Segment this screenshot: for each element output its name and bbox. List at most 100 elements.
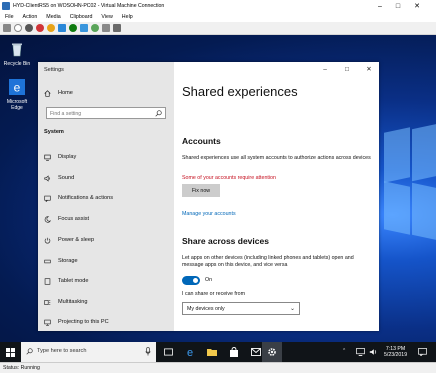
fix-now-button[interactable]: Fix now — [182, 184, 220, 197]
share-with-dropdown[interactable]: My devices only ⌄ — [182, 302, 300, 315]
nav-power-sleep[interactable]: Power & sleep — [38, 233, 174, 247]
moon-icon — [44, 215, 51, 223]
search-icon — [155, 110, 162, 117]
menu-media[interactable]: Media — [46, 14, 60, 20]
nav-focus-assist[interactable]: Focus assist — [38, 212, 174, 226]
taskbar-explorer-button[interactable] — [202, 342, 222, 362]
volume-icon[interactable] — [369, 348, 377, 356]
nav-display[interactable]: Display — [38, 150, 174, 164]
projecting-icon — [44, 319, 51, 326]
svg-text:e: e — [187, 347, 193, 357]
network-icon[interactable] — [356, 348, 365, 356]
gear-icon — [268, 348, 276, 356]
nav-notifications[interactable]: Notifications & actions — [38, 191, 174, 205]
menu-clipboard[interactable]: Clipboard — [70, 14, 93, 20]
chevron-down-icon: ⌄ — [289, 306, 295, 312]
nav-label: Sound — [58, 175, 75, 181]
settings-search-input[interactable]: Find a setting — [46, 107, 166, 119]
home-icon — [44, 89, 51, 97]
toggle-state-label: On — [205, 277, 213, 283]
manage-accounts-link[interactable]: Manage your accounts — [182, 211, 236, 217]
taskbar-settings-button[interactable] — [262, 342, 282, 362]
menu-view[interactable]: View — [101, 14, 112, 20]
windows-start-icon — [5, 347, 15, 357]
search-icon — [26, 348, 33, 355]
vm-toolbar — [0, 22, 436, 35]
settings-nav-pane: Settings Home Find a setting System Disp… — [38, 62, 174, 331]
taskbar-search-placeholder: Type here to search — [37, 348, 87, 354]
action-center-icon[interactable] — [418, 348, 427, 356]
share-description: Let apps on other devices (including lin… — [182, 255, 354, 268]
reset-icon[interactable] — [69, 24, 77, 32]
nav-home[interactable]: Home — [38, 86, 174, 100]
menu-file[interactable]: File — [5, 14, 14, 20]
settings-close-button[interactable]: ✕ — [362, 64, 376, 74]
turn-off-icon[interactable] — [25, 24, 33, 32]
nav-label: Notifications & actions — [58, 195, 114, 201]
nav-tablet-mode[interactable]: Tablet mode — [38, 274, 174, 288]
tablet-icon — [44, 277, 51, 285]
checkpoint-icon[interactable] — [80, 24, 88, 32]
multitasking-icon — [44, 299, 51, 306]
edge-icon: e — [187, 347, 193, 357]
close-button[interactable]: ✕ — [409, 0, 425, 12]
nav-multitasking[interactable]: Multitasking — [38, 295, 174, 309]
settings-maximize-button[interactable]: □ — [340, 64, 354, 74]
taskbar-search-box[interactable]: Type here to search — [21, 342, 156, 362]
nav-projecting[interactable]: Projecting to this PC — [38, 315, 174, 329]
minimize-button[interactable]: – — [372, 0, 388, 12]
nav-label: Power & sleep — [58, 237, 95, 243]
mail-icon — [251, 348, 261, 356]
vm-status-bar: Status: Running — [0, 362, 436, 373]
share-heading: Share across devices — [182, 236, 269, 246]
desktop-icon-label: Microsoft Edge — [6, 99, 28, 111]
taskbar-edge-button[interactable]: e — [180, 342, 200, 362]
taskbar-store-button[interactable] — [224, 342, 244, 362]
ctrl-alt-del-icon[interactable] — [3, 24, 11, 32]
folder-icon — [207, 349, 217, 356]
accounts-description: Shared experiences use all system accoun… — [182, 155, 371, 161]
windows-logo-wallpaper — [376, 122, 436, 242]
svg-text:e: e — [14, 81, 21, 95]
nav-sound[interactable]: Sound — [38, 171, 174, 185]
shutdown-icon[interactable] — [36, 24, 44, 32]
start-button[interactable] — [0, 342, 20, 362]
clock-date: 5/23/2019 — [384, 352, 408, 358]
start-icon[interactable] — [14, 24, 22, 32]
settings-content-pane: – □ ✕ Shared experiences Accounts Shared… — [174, 62, 379, 331]
vm-window-title: HYD-ClientRS5 on WOSOHN-PC02 - Virtual M… — [13, 3, 165, 9]
power-icon — [44, 237, 51, 244]
vm-status-text: Status: Running — [3, 365, 40, 371]
desktop-icon-edge[interactable]: e Microsoft Edge — [1, 79, 33, 111]
nav-section-heading: System — [44, 129, 64, 135]
desktop-icon-recycle-bin[interactable]: Recycle Bin — [1, 41, 33, 67]
vm-app-icon — [2, 2, 10, 10]
dropdown-value: My devices only — [187, 306, 225, 312]
vm-title-bar: HYD-ClientRS5 on WOSOHN-PC02 - Virtual M… — [0, 0, 436, 12]
microphone-icon[interactable] — [145, 347, 151, 356]
recycle-bin-icon — [12, 43, 22, 57]
save-state-icon[interactable] — [47, 24, 55, 32]
taskbar: Type here to search e ⌃ 7:13 PM 5/23/201… — [0, 342, 436, 362]
page-title: Shared experiences — [182, 84, 298, 99]
enhanced-session-icon[interactable] — [102, 24, 110, 32]
store-bag-icon — [230, 347, 238, 357]
pause-icon[interactable] — [58, 24, 66, 32]
nav-storage[interactable]: Storage — [38, 254, 174, 268]
share-icon[interactable] — [113, 24, 121, 32]
storage-icon — [44, 258, 51, 265]
accounts-warning: Some of your accounts require attention — [182, 175, 276, 181]
revert-icon[interactable] — [91, 24, 99, 32]
menu-action[interactable]: Action — [23, 14, 38, 20]
menu-help[interactable]: Help — [122, 14, 133, 20]
nav-label: Display — [58, 154, 77, 160]
settings-minimize-button[interactable]: – — [318, 64, 332, 74]
taskbar-clock[interactable]: 7:13 PM 5/23/2019 — [384, 346, 407, 358]
tray-chevron-icon[interactable]: ⌃ — [342, 348, 346, 354]
sound-icon — [44, 174, 51, 182]
task-view-icon — [163, 348, 173, 356]
vm-menu-bar: File Action Media Clipboard View Help — [0, 12, 436, 22]
task-view-button[interactable] — [158, 342, 178, 362]
maximize-button[interactable]: □ — [390, 0, 406, 12]
share-toggle[interactable] — [182, 276, 200, 285]
